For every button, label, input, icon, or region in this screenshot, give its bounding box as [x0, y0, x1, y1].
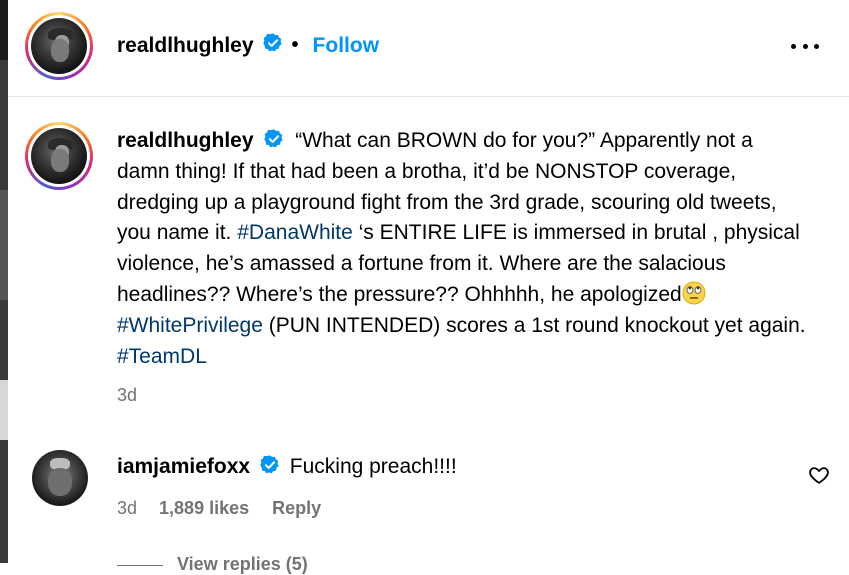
view-replies-label: View replies (5) — [177, 554, 308, 574]
comment: iamjamiefoxx Fucking preach!!!! — [117, 453, 457, 481]
follow-button[interactable]: Follow — [313, 34, 380, 58]
comment-likes[interactable]: 1,889 likes — [159, 498, 249, 519]
separator-dot: • — [291, 34, 299, 56]
comment-username[interactable]: iamjamiefoxx — [117, 455, 250, 478]
post-caption: realdlhughley “What can BROWN do for you… — [117, 126, 807, 372]
author-avatar[interactable] — [25, 12, 93, 80]
post-header: realdlhughley • Follow — [8, 0, 849, 97]
eye-roll-emoji — [682, 281, 706, 305]
verified-badge-icon — [263, 126, 285, 157]
view-replies-divider — [117, 564, 163, 566]
comment-text: Fucking preach!!!! — [289, 455, 457, 478]
comment-meta: 3d 1,889 likes Reply — [117, 498, 321, 519]
left-edge-background — [0, 0, 8, 563]
hashtag-team-dl[interactable]: #TeamDL — [117, 345, 207, 368]
caption-username[interactable]: realdlhughley — [117, 129, 254, 152]
commenter-avatar[interactable] — [32, 450, 88, 506]
header-username[interactable]: realdlhughley — [117, 34, 254, 58]
more-options-icon[interactable] — [791, 34, 819, 58]
verified-badge-icon — [262, 32, 284, 59]
reply-button[interactable]: Reply — [272, 498, 321, 519]
heart-icon[interactable] — [808, 464, 830, 486]
hashtag-dana-white[interactable]: #DanaWhite — [237, 221, 353, 244]
view-replies-button[interactable]: View replies (5) — [117, 554, 308, 575]
comment-timestamp[interactable]: 3d — [117, 498, 137, 519]
caption-author-avatar[interactable] — [25, 122, 93, 190]
verified-badge-icon — [259, 453, 281, 481]
hashtag-white-privilege[interactable]: #WhitePrivilege — [117, 314, 263, 337]
caption-text-part-3: (PUN INTENDED) scores a 1st round knocko… — [262, 313, 806, 337]
caption-timestamp[interactable]: 3d — [117, 385, 137, 406]
